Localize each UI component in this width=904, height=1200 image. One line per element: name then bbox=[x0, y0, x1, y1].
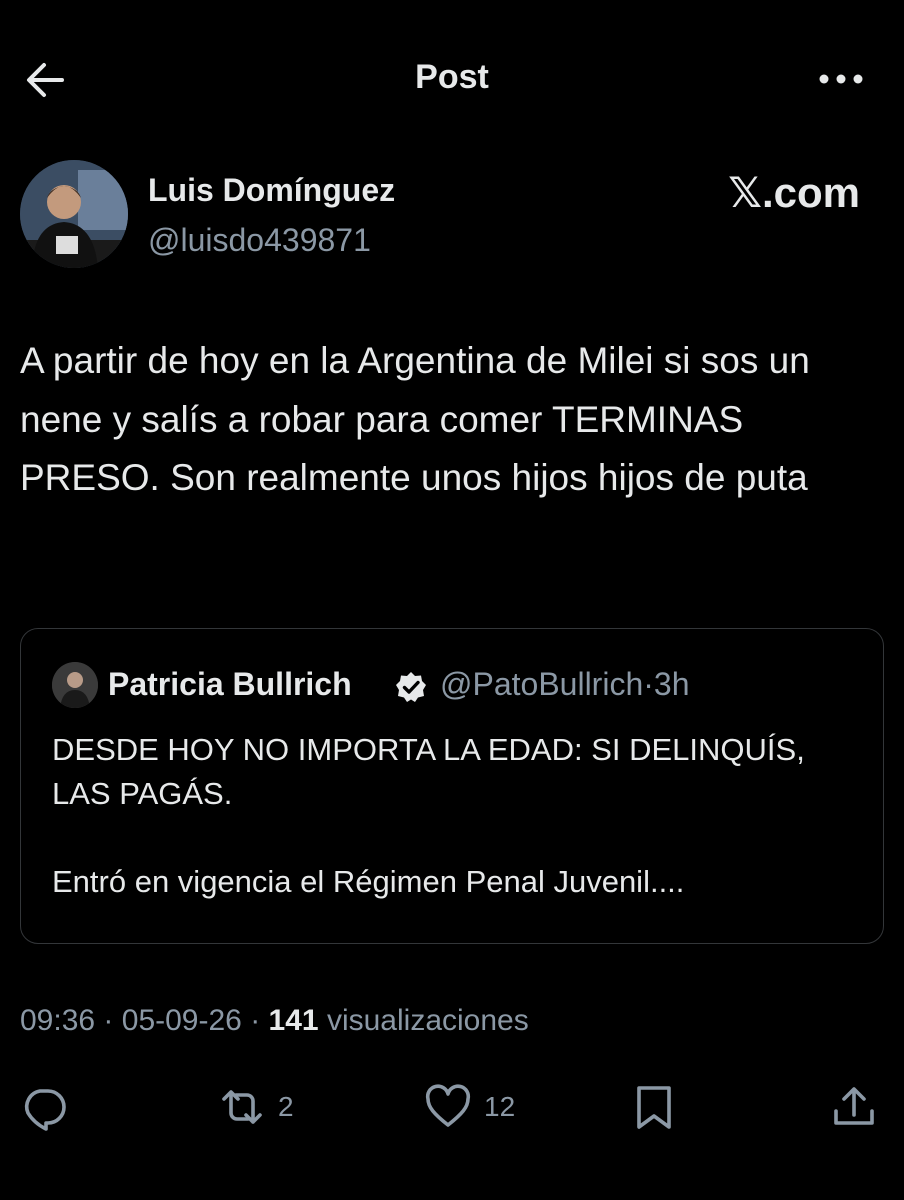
author-avatar[interactable] bbox=[20, 160, 128, 268]
post-date: 05-09-26 bbox=[121, 1004, 242, 1037]
views-count: 141 bbox=[268, 1004, 319, 1037]
quoted-author-avatar[interactable] bbox=[52, 662, 98, 708]
reply-button[interactable] bbox=[20, 1080, 68, 1134]
tweet-text: A partir de hoy en la Argentina de Milei… bbox=[20, 340, 810, 498]
bookmark-button[interactable] bbox=[630, 1080, 678, 1134]
repost-button[interactable]: 2 bbox=[218, 1080, 294, 1134]
author-display-name[interactable]: Luis Domínguez bbox=[148, 172, 395, 209]
more-options-icon[interactable] bbox=[818, 64, 864, 94]
heart-icon bbox=[425, 1084, 471, 1127]
repost-count: 2 bbox=[278, 1091, 294, 1122]
post-time: 09:36 bbox=[20, 1004, 96, 1037]
share-icon bbox=[834, 1087, 874, 1125]
like-button[interactable]: 12 bbox=[424, 1080, 515, 1134]
quoted-text-line2: Entró en vigencia el Régimen Penal Juven… bbox=[52, 864, 685, 899]
quoted-separator: · bbox=[643, 666, 654, 702]
quoted-text: DESDE HOY NO IMPORTA LA EDAD: SI DELINQU… bbox=[52, 728, 852, 904]
repost-icon bbox=[222, 1090, 262, 1124]
quoted-time[interactable]: 3h bbox=[654, 666, 690, 702]
like-count: 12 bbox=[484, 1091, 516, 1122]
share-button[interactable] bbox=[830, 1080, 878, 1134]
meta-separator: · bbox=[103, 1004, 114, 1037]
post-meta: 09:36 · 05-09-26 · 141 visualizaciones bbox=[20, 1004, 529, 1038]
meta-separator: · bbox=[250, 1004, 261, 1037]
x-com-watermark: 𝕏.com bbox=[728, 169, 860, 216]
verified-badge-icon bbox=[394, 670, 428, 704]
bookmark-icon bbox=[637, 1086, 671, 1129]
quoted-text-line1: DESDE HOY NO IMPORTA LA EDAD: SI DELINQU… bbox=[52, 732, 805, 811]
quoted-author-handle[interactable]: @PatoBullrich bbox=[440, 666, 643, 702]
author-handle[interactable]: @luisdo439871 bbox=[148, 222, 371, 259]
reply-icon bbox=[24, 1089, 66, 1131]
quoted-meta: @PatoBullrich·3h bbox=[440, 666, 689, 703]
quoted-author-name[interactable]: Patricia Bullrich bbox=[108, 666, 352, 703]
page-title: Post bbox=[415, 58, 489, 96]
views-label: visualizaciones bbox=[326, 1004, 529, 1037]
